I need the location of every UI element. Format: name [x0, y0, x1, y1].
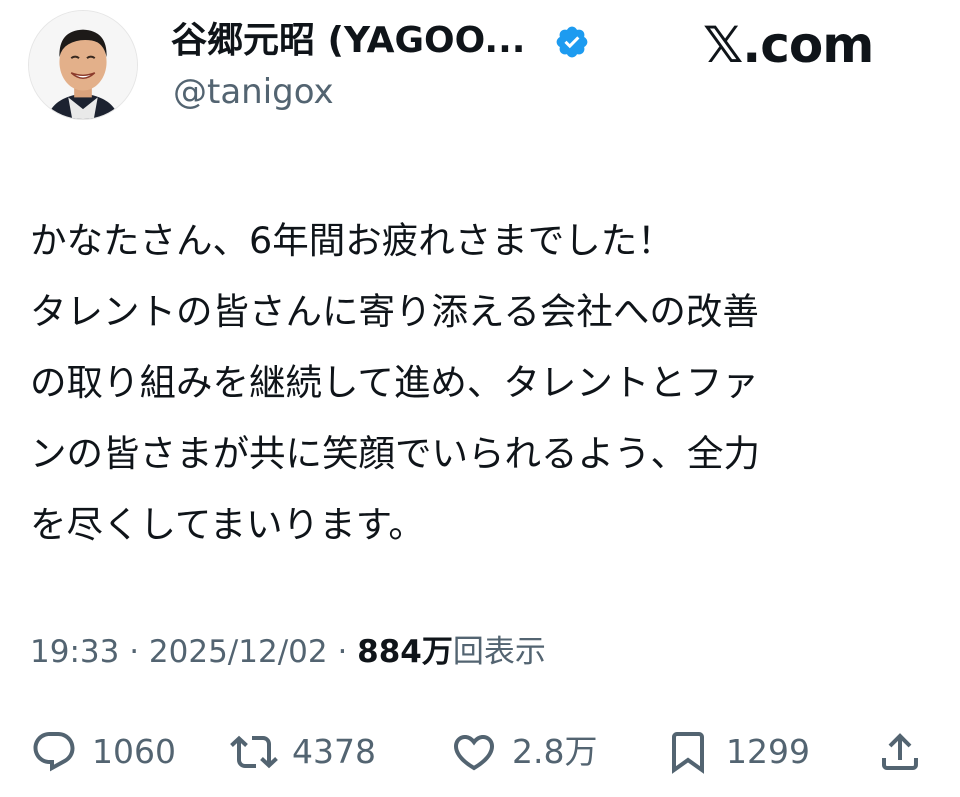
views-label: 回表示 [452, 634, 546, 670]
meta-separator: · [119, 634, 149, 670]
views-count[interactable]: 884万 [357, 634, 453, 670]
handle[interactable]: @tanigox [173, 70, 334, 114]
action-bar: 1060 4378 2.8万 1299 [30, 720, 930, 784]
tweet-line: を尽くしてまいります。 [30, 503, 425, 546]
reply-icon [33, 732, 75, 772]
like-count: 2.8万 [512, 732, 598, 771]
bookmark-icon [672, 732, 704, 774]
share-button[interactable] [876, 720, 924, 784]
share-icon [882, 733, 918, 770]
tweet-line: ンの皆さまが共に笑顔でいられるよう、全力 [30, 432, 760, 475]
repost-button[interactable]: 4378 [230, 720, 376, 784]
like-button[interactable]: 2.8万 [450, 720, 597, 784]
display-name[interactable]: 谷郷元昭 (YAGOO... [171, 18, 525, 64]
bookmark-button[interactable]: 1299 [664, 720, 810, 784]
avatar-image [29, 11, 137, 119]
verified-badge-icon [556, 26, 588, 58]
avatar[interactable] [28, 10, 138, 120]
tweet-line: の取り組みを継続して進め、タレントとファ [30, 361, 759, 404]
tweet-text: かなたさん、6年間お疲れさまでした！ タレントの皆さんに寄り添える会社への改善 … [30, 205, 935, 560]
bookmark-count: 1299 [726, 732, 810, 771]
reply-button[interactable]: 1060 [30, 720, 176, 784]
x-brand-logo: 𝕏.com [703, 16, 874, 74]
tweet-date[interactable]: 2025/12/02 [149, 634, 328, 670]
repost-icon [230, 735, 278, 769]
tweet-time[interactable]: 19:33 [30, 634, 119, 670]
like-icon [453, 735, 495, 771]
tweet-meta: 19:33 · 2025/12/02 · 884万回表示 [30, 630, 546, 674]
repost-count: 4378 [292, 732, 376, 771]
reply-count: 1060 [92, 732, 176, 771]
tweet-line: タレントの皆さんに寄り添える会社への改善 [30, 290, 759, 333]
tweet-line: かなたさん、6年間お疲れさまでした！ [30, 219, 674, 262]
meta-separator: · [327, 634, 358, 670]
